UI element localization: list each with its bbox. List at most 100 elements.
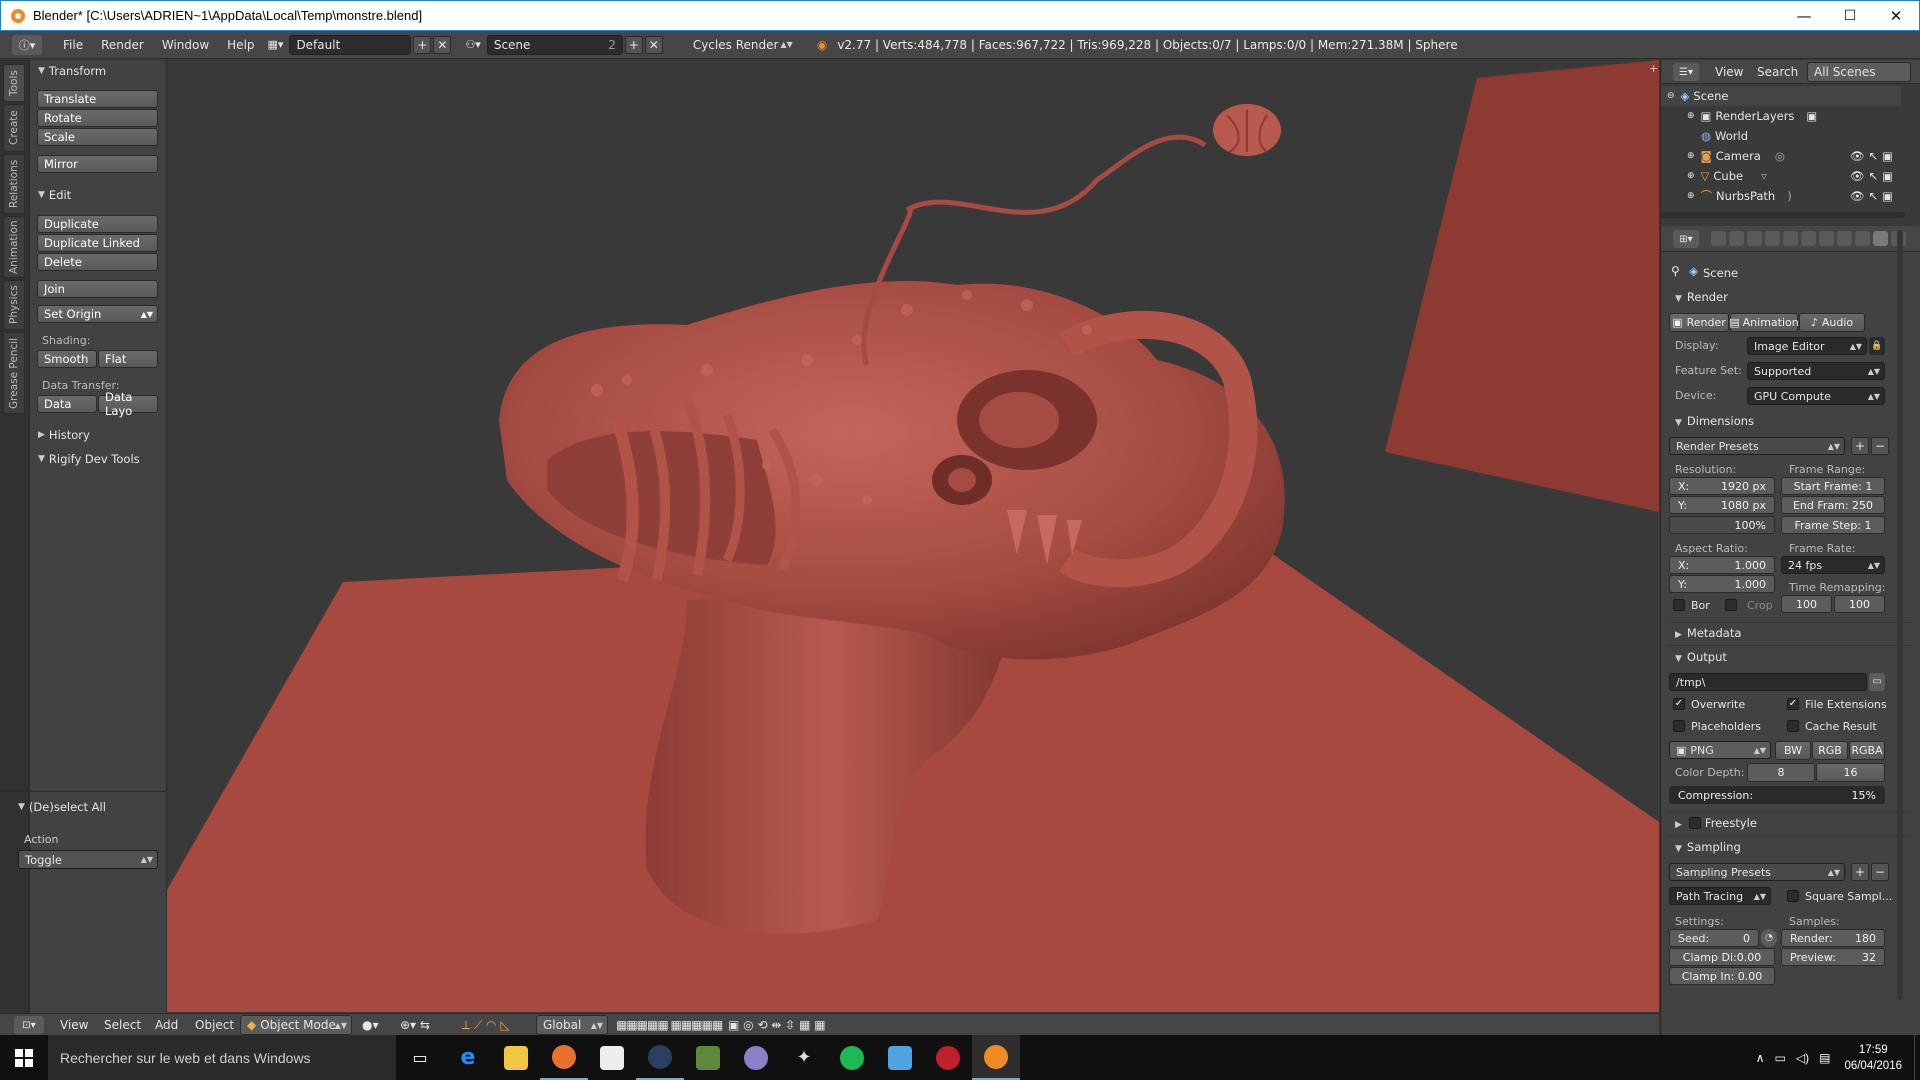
freestyle-panel-header[interactable]: ▶ Freestyle — [1675, 816, 1757, 830]
render-button[interactable]: ▣ Render — [1669, 313, 1729, 332]
color-depth-16-button[interactable]: 16 — [1816, 763, 1885, 782]
file-explorer-icon[interactable] — [492, 1035, 540, 1080]
tab-tools[interactable]: Tools — [3, 64, 25, 102]
firefox-icon[interactable] — [540, 1035, 588, 1080]
end-frame-field[interactable]: End Fram: 250 — [1781, 496, 1885, 514]
material-tab-icon[interactable] — [1855, 231, 1870, 246]
gog-icon[interactable] — [924, 1035, 972, 1080]
tray-chevron-icon[interactable]: ∧ — [1756, 1051, 1765, 1065]
close-button[interactable]: ✕ — [1873, 1, 1919, 31]
task-view-icon[interactable]: ▭ — [396, 1035, 444, 1080]
screen-layout-field[interactable]: Default — [289, 34, 412, 55]
editor-type-info-icon[interactable]: ⓘ▾ — [12, 34, 42, 55]
editor-type-outliner-icon[interactable]: ☰▾ — [1673, 63, 1699, 81]
remove-render-preset-button[interactable]: − — [1871, 437, 1889, 455]
outliner-scrollbar[interactable] — [1661, 212, 1905, 218]
render-samples-field[interactable]: Render: 180 — [1781, 929, 1885, 947]
store-icon[interactable] — [588, 1035, 636, 1080]
panel-edit-header[interactable]: ▼ Edit — [38, 188, 71, 202]
maximize-button[interactable]: ☐ — [1827, 1, 1873, 31]
time-remap-old-field[interactable]: 100 — [1781, 595, 1832, 613]
world-tab-icon[interactable] — [1765, 231, 1780, 246]
rotate-button[interactable]: Rotate — [37, 109, 158, 127]
dimensions-panel-header[interactable]: ▼ Dimensions — [1675, 414, 1754, 428]
output-panel-header[interactable]: ▼ Output — [1675, 650, 1727, 664]
delete-button[interactable]: Delete — [37, 253, 158, 271]
outliner-menu-search[interactable]: Search — [1757, 65, 1798, 79]
frame-step-field[interactable]: Frame Step: 1 — [1781, 516, 1885, 534]
cache-result-checkbox[interactable] — [1787, 720, 1799, 732]
resolution-x-field[interactable]: X: 1920 px — [1669, 477, 1775, 495]
resolution-y-field[interactable]: Y: 1080 px — [1669, 496, 1775, 514]
render-presets-select[interactable]: Render Presets ▲▼ — [1669, 437, 1845, 455]
texture-tab-icon[interactable] — [1873, 231, 1888, 246]
menu-file[interactable]: File — [54, 38, 92, 52]
placeholders-checkbox[interactable] — [1673, 720, 1685, 732]
scene-icon[interactable]: ⚇▾ — [465, 38, 480, 51]
remove-scene-button[interactable]: ✕ — [644, 35, 663, 54]
animation-button[interactable]: ▤ Animation — [1729, 313, 1799, 332]
color-rgba-button[interactable]: RGBA — [1849, 741, 1885, 760]
translate-button[interactable]: Translate — [37, 90, 158, 108]
file-extensions-checkbox[interactable]: ✓ — [1787, 698, 1799, 710]
freestyle-checkbox[interactable] — [1689, 817, 1701, 829]
data-layout-button[interactable]: Data Layo — [98, 390, 158, 418]
render-tab-icon[interactable] — [1711, 231, 1726, 246]
add-scene-button[interactable]: + — [624, 35, 643, 54]
game-icon[interactable]: ✦ — [780, 1035, 828, 1080]
tab-physics[interactable]: Physics — [3, 280, 25, 330]
editor-type-3d-icon[interactable]: ⊡▾ — [14, 1016, 44, 1034]
menu-render[interactable]: Render — [92, 38, 153, 52]
compression-slider[interactable]: Compression: 15% — [1669, 786, 1885, 804]
mirror-button[interactable]: Mirror — [37, 155, 158, 173]
clock[interactable]: 17:59 06/04/2016 — [1844, 1042, 1902, 1074]
crop-checkbox[interactable] — [1725, 599, 1737, 611]
layers-icon[interactable]: ▦▦▦▦▦ ▦▦▦▦▦ — [616, 1018, 723, 1032]
constraints-tab-icon[interactable] — [1801, 231, 1816, 246]
uplay-icon[interactable] — [876, 1035, 924, 1080]
snap-tools-icon[interactable]: ▣ ◎ ⟲ ⇹ ⇳ ▦ ▦ — [728, 1018, 826, 1032]
steam-icon[interactable] — [636, 1035, 684, 1080]
start-frame-field[interactable]: Start Frame: 1 — [1781, 477, 1885, 495]
feature-set-select[interactable]: Supported ▲▼ — [1747, 362, 1885, 380]
duplicate-linked-button[interactable]: Duplicate Linked — [37, 234, 158, 252]
menu-help[interactable]: Help — [218, 38, 263, 52]
display-select[interactable]: Image Editor ▲▼ — [1747, 337, 1867, 355]
panel-rigify-header[interactable]: ▼ Rigify Dev Tools — [38, 452, 140, 466]
layout-icon[interactable]: ▦▾ — [268, 38, 284, 51]
panel-history-header[interactable]: ▶ History — [38, 428, 90, 442]
spotify-icon[interactable] — [828, 1035, 876, 1080]
square-samples-checkbox[interactable] — [1787, 890, 1799, 902]
clamp-direct-field[interactable]: Clamp Di:0.00 — [1669, 948, 1775, 966]
show-desktop-button[interactable] — [1914, 1035, 1920, 1080]
render-engine-select[interactable]: Cycles Render ▲▼ — [686, 34, 797, 55]
outliner-item-renderlayers[interactable]: ⊕ ▣ RenderLayers ▣ — [1661, 106, 1901, 126]
windows-start-button[interactable] — [0, 1035, 48, 1080]
metadata-panel-header[interactable]: ▶ Metadata — [1675, 626, 1741, 640]
scene-tab-icon[interactable] — [1747, 231, 1762, 246]
scene-field[interactable]: Scene 2 — [486, 34, 623, 55]
render-layers-tab-icon[interactable] — [1729, 231, 1744, 246]
editor-type-properties-icon[interactable]: ⊞▾ — [1673, 230, 1699, 248]
tab-grease-pencil[interactable]: Grease Pencil — [3, 332, 25, 414]
menu-add[interactable]: Add — [155, 1018, 178, 1032]
menu-window[interactable]: Window — [153, 38, 218, 52]
panel-transform-header[interactable]: ▼ Transform — [38, 64, 106, 78]
outliner-menu-view[interactable]: View — [1715, 65, 1743, 79]
3d-viewport[interactable]: + — [167, 60, 1659, 1012]
outliner-item-scene[interactable]: ⊖ ◈ Scene — [1661, 86, 1901, 106]
blender-taskbar-icon[interactable] — [972, 1035, 1020, 1080]
modifiers-tab-icon[interactable] — [1819, 231, 1834, 246]
flat-button[interactable]: Flat — [98, 350, 158, 368]
add-sampling-preset-button[interactable]: + — [1851, 863, 1869, 881]
lock-interface-icon[interactable]: 🔒 — [1869, 337, 1885, 355]
color-depth-8-button[interactable]: 8 — [1747, 763, 1815, 782]
manipulator-icon[interactable]: ⟂ ⟋ ◠ ◺ — [462, 1018, 510, 1033]
pin-icon[interactable]: ⚲ — [1671, 264, 1680, 278]
minimize-button[interactable]: — — [1781, 1, 1827, 31]
time-remap-new-field[interactable]: 100 — [1834, 595, 1885, 613]
preview-samples-field[interactable]: Preview: 32 — [1781, 948, 1885, 966]
viewport-shading-icon[interactable]: ●▾ — [362, 1018, 379, 1032]
integrator-select[interactable]: Path Tracing ▲▼ — [1669, 887, 1771, 905]
color-bw-button[interactable]: BW — [1775, 741, 1811, 760]
